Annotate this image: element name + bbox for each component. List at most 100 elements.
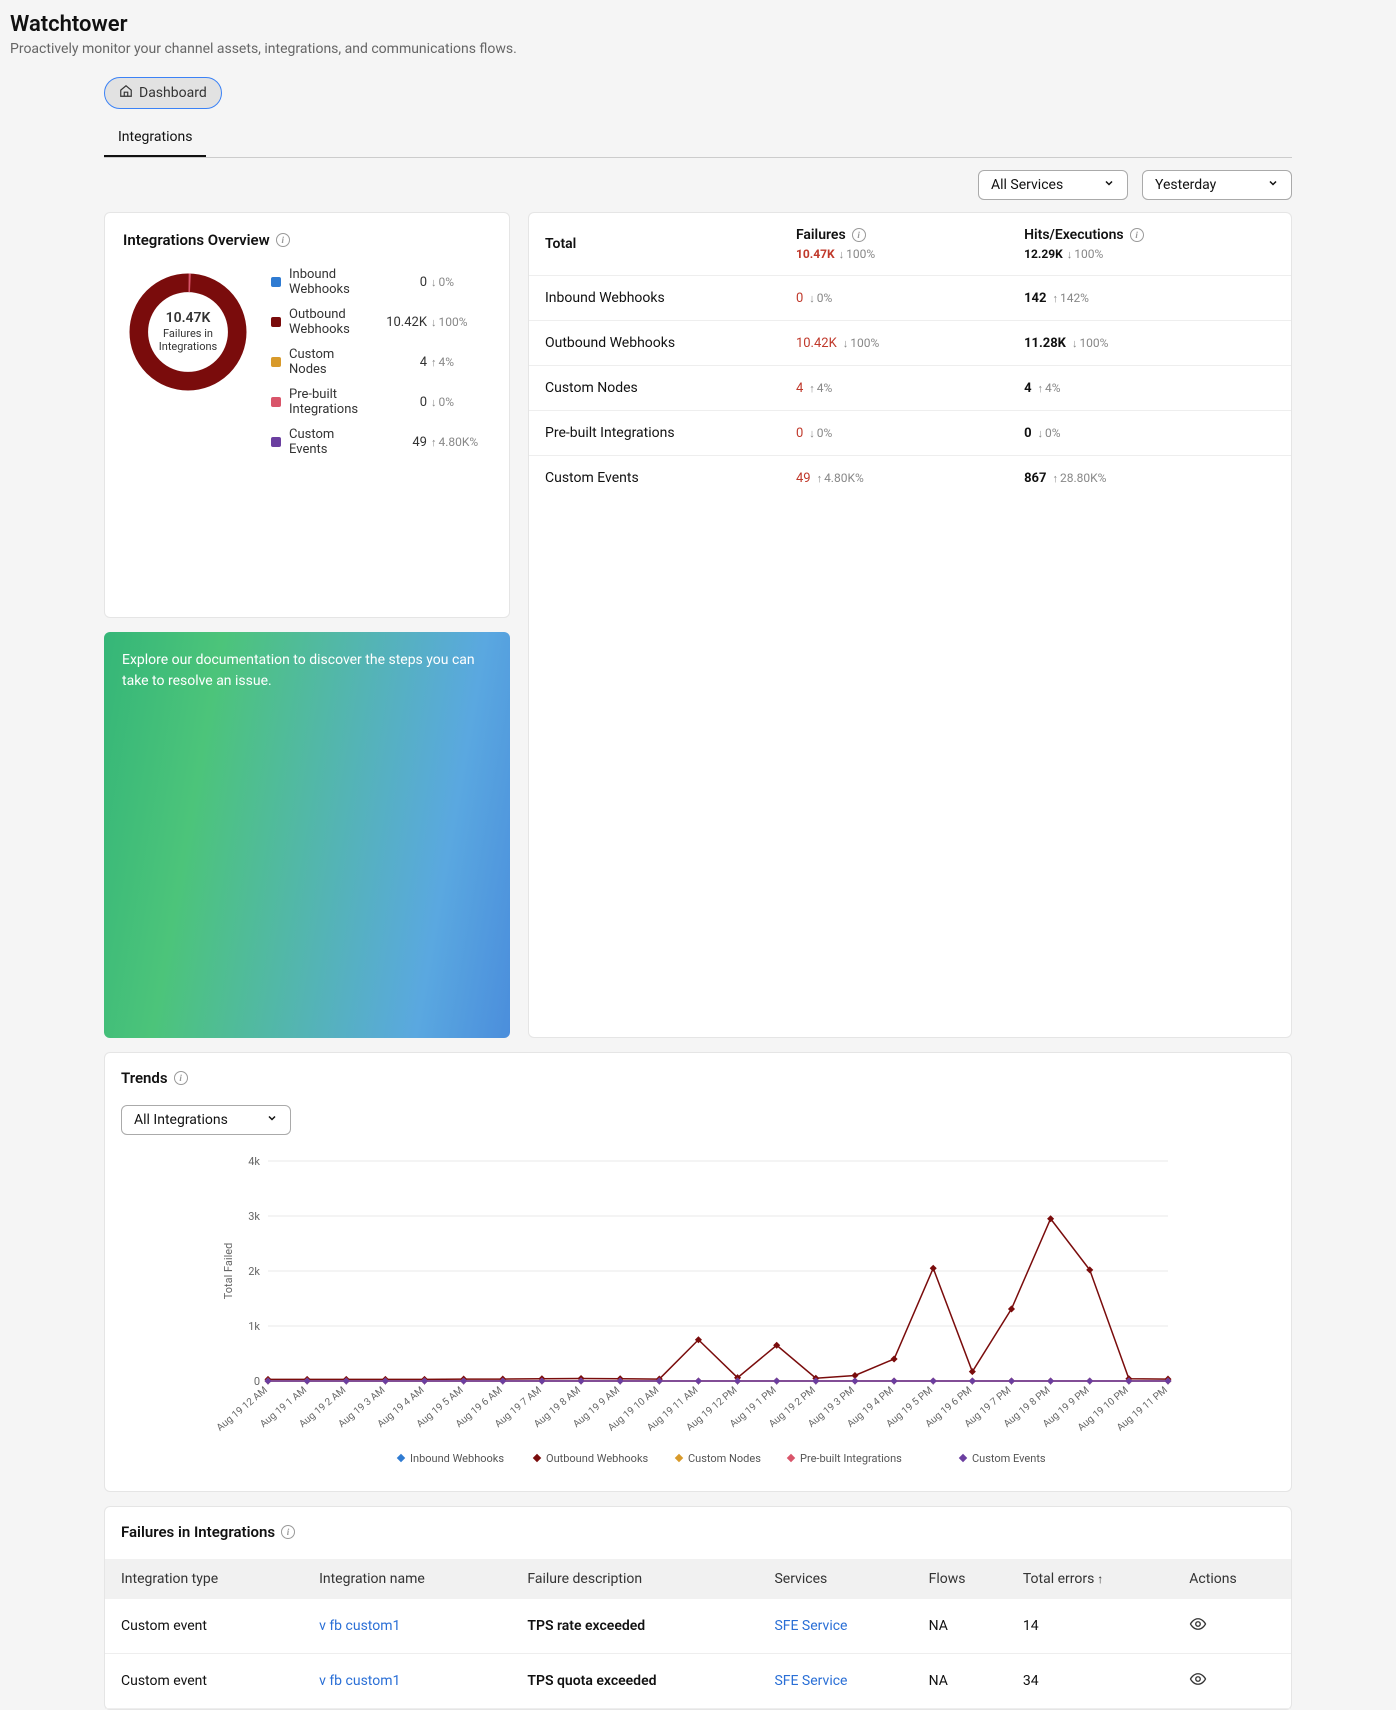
failure-errors-cell: 34 xyxy=(1013,1654,1179,1709)
failure-name-link[interactable]: v fb custom1 xyxy=(319,1618,400,1634)
totals-row-hits-pct: 142% xyxy=(1052,291,1089,305)
failures-card: Failures in Integrations i Integration t… xyxy=(104,1506,1292,1710)
trends-select-value: All Integrations xyxy=(134,1112,228,1128)
totals-row-hits-pct: 4% xyxy=(1038,381,1061,395)
totals-row-fail-pct: 4.80K% xyxy=(817,471,864,485)
trends-chart: 01k2k3k4kTotal FailedAug 19 12 AMAug 19 … xyxy=(121,1151,1275,1471)
legend-label: Custom Nodes xyxy=(289,347,373,377)
failures-title: Failures in Integrations xyxy=(121,1523,275,1541)
failure-type-cell: Custom event xyxy=(105,1654,309,1709)
totals-row: Pre-built Integrations 0 0% 0 0% xyxy=(529,411,1291,456)
totals-row-fail-pct: 100% xyxy=(843,336,880,350)
failure-service-link[interactable]: SFE Service xyxy=(774,1673,847,1689)
svg-text:0: 0 xyxy=(254,1375,260,1388)
info-icon[interactable]: i xyxy=(276,233,290,247)
totals-row-fail: 10.42K xyxy=(796,336,837,351)
totals-header-hits: Hits/Executions xyxy=(1024,227,1124,243)
totals-row: Outbound Webhooks 10.42K 100% 11.28K 100… xyxy=(529,321,1291,366)
tab-bar: Integrations xyxy=(104,119,1292,158)
totals-row-label: Inbound Webhooks xyxy=(545,290,796,306)
svg-text:4k: 4k xyxy=(248,1155,260,1168)
eye-icon[interactable] xyxy=(1189,1621,1207,1637)
totals-row-hits-pct: 0% xyxy=(1038,426,1061,440)
failure-desc-cell: TPS quota exceeded xyxy=(517,1654,764,1709)
legend-label: Outbound Webhooks xyxy=(289,307,373,337)
info-icon[interactable]: i xyxy=(281,1525,295,1539)
legend-label: Inbound Webhooks xyxy=(289,267,373,297)
donut-value: 10.47K xyxy=(166,310,211,327)
totals-row-hits-pct: 100% xyxy=(1072,336,1109,350)
failures-row: Custom event v fb custom1 TPS quota exce… xyxy=(105,1654,1291,1709)
legend-row: Custom Events 49 4.80K% xyxy=(271,427,491,457)
range-select[interactable]: Yesterday xyxy=(1142,170,1292,200)
dashboard-pill[interactable]: Dashboard xyxy=(104,77,222,109)
docs-banner-text: Explore our documentation to discover th… xyxy=(122,652,475,689)
legend-row: Custom Nodes 4 4% xyxy=(271,347,491,377)
tab-integrations[interactable]: Integrations xyxy=(104,119,206,157)
overview-legend: Inbound Webhooks 0 0% Outbound Webhooks … xyxy=(271,267,491,457)
svg-text:Pre-built Integrations: Pre-built Integrations xyxy=(800,1452,902,1465)
dashboard-pill-label: Dashboard xyxy=(139,85,207,101)
failures-column-header[interactable]: Integration name xyxy=(309,1559,517,1599)
page-subtitle: Proactively monitor your channel assets,… xyxy=(10,41,1386,57)
totals-row-fail: 4 xyxy=(796,381,803,396)
legend-swatch xyxy=(271,317,281,327)
legend-swatch xyxy=(271,277,281,287)
failure-name-link[interactable]: v fb custom1 xyxy=(319,1673,400,1689)
svg-text:Custom Nodes: Custom Nodes xyxy=(688,1452,761,1465)
failures-row: Custom event v fb custom1 TPS rate excee… xyxy=(105,1599,1291,1654)
service-select[interactable]: All Services xyxy=(978,170,1128,200)
totals-row-fail: 0 xyxy=(796,426,803,441)
totals-row-fail-pct: 0% xyxy=(809,426,832,440)
failures-column-header[interactable]: Integration type xyxy=(105,1559,309,1599)
failure-service-link[interactable]: SFE Service xyxy=(774,1618,847,1634)
page-title: Watchtower xyxy=(10,12,1386,37)
trends-title: Trends xyxy=(121,1069,168,1087)
failures-column-header[interactable]: Flows xyxy=(919,1559,1013,1599)
legend-value: 4 xyxy=(373,355,427,370)
totals-row-label: Outbound Webhooks xyxy=(545,335,796,351)
failures-column-header[interactable]: Total errors xyxy=(1013,1559,1179,1599)
svg-text:1k: 1k xyxy=(248,1320,260,1333)
trends-select[interactable]: All Integrations xyxy=(121,1105,291,1135)
info-icon[interactable]: i xyxy=(852,228,866,242)
chevron-down-icon xyxy=(266,1112,278,1128)
docs-banner[interactable]: Explore our documentation to discover th… xyxy=(104,632,510,1038)
totals-header-total: Total xyxy=(545,236,796,252)
failures-column-header[interactable]: Services xyxy=(764,1559,918,1599)
range-select-value: Yesterday xyxy=(1155,177,1216,193)
svg-text:Custom Events: Custom Events xyxy=(972,1452,1046,1465)
legend-value: 0 xyxy=(373,395,427,410)
info-icon[interactable]: i xyxy=(174,1071,188,1085)
svg-text:Inbound Webhooks: Inbound Webhooks xyxy=(410,1452,504,1465)
svg-text:2k: 2k xyxy=(248,1265,260,1278)
legend-value: 0 xyxy=(373,275,427,290)
totals-row-label: Pre-built Integrations xyxy=(545,425,796,441)
totals-row: Inbound Webhooks 0 0% 142 142% xyxy=(529,276,1291,321)
legend-value: 49 xyxy=(373,435,427,450)
failures-column-header[interactable]: Actions xyxy=(1179,1559,1291,1599)
chevron-down-icon xyxy=(1103,177,1115,193)
info-icon[interactable]: i xyxy=(1130,228,1144,242)
totals-row-hits-pct: 28.80K% xyxy=(1052,471,1106,485)
svg-text:Total Failed: Total Failed xyxy=(222,1243,235,1300)
legend-swatch xyxy=(271,397,281,407)
legend-row: Outbound Webhooks 10.42K 100% xyxy=(271,307,491,337)
eye-icon[interactable] xyxy=(1189,1676,1207,1692)
legend-label: Pre-built Integrations xyxy=(289,387,373,417)
legend-pct: 0% xyxy=(431,275,491,289)
legend-pct: 0% xyxy=(431,395,491,409)
failures-column-header[interactable]: Failure description xyxy=(517,1559,764,1599)
legend-swatch xyxy=(271,437,281,447)
totals-header-failures-pct: 100% xyxy=(839,247,876,261)
totals-row-fail: 49 xyxy=(796,471,811,486)
donut-sub1: Failures in xyxy=(163,327,213,340)
svg-text:3k: 3k xyxy=(248,1210,260,1223)
totals-row-hits: 11.28K xyxy=(1024,336,1066,351)
svg-text:Outbound Webhooks: Outbound Webhooks xyxy=(546,1452,649,1465)
failure-flows-cell: NA xyxy=(919,1654,1013,1709)
totals-row: Custom Events 49 4.80K% 867 28.80K% xyxy=(529,456,1291,500)
totals-header-hits-pct: 100% xyxy=(1067,247,1104,261)
legend-row: Pre-built Integrations 0 0% xyxy=(271,387,491,417)
legend-row: Inbound Webhooks 0 0% xyxy=(271,267,491,297)
